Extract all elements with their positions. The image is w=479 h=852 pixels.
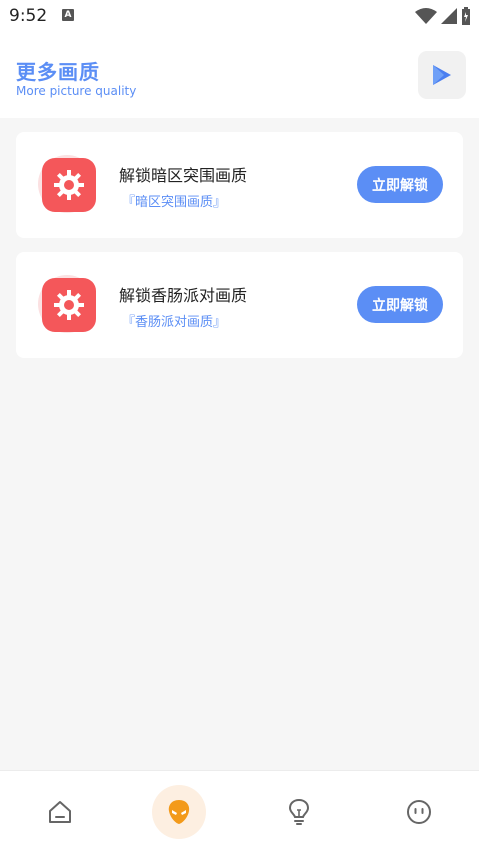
bottom-nav [0,770,479,852]
unlock-card: 解锁暗区突围画质 『暗区突围画质』 立即解锁 [16,132,463,238]
header: 更多画质 More picture quality [0,32,479,118]
gear-icon [54,290,84,320]
alien-icon [168,800,190,824]
card-title: 解锁暗区突围画质 [119,166,248,185]
card-subtitle: 『暗区突围画质』 [122,195,227,210]
page-subtitle: More picture quality [16,84,137,98]
wifi-icon [415,8,437,24]
face-icon [407,800,431,824]
unlock-now-button[interactable]: 立即解锁 [357,166,443,203]
play-store-icon [433,65,451,85]
lightbulb-icon [288,798,310,825]
card-icon [38,155,98,215]
battery-icon [462,7,470,25]
unlock-now-button[interactable]: 立即解锁 [357,286,443,323]
page-title: 更多画质 [16,60,100,84]
gear-icon [54,170,84,200]
unlock-card: 解锁香肠派对画质 『香肠派对画质』 立即解锁 [16,252,463,358]
status-bar: 9:52 A [0,0,479,32]
card-subtitle: 『香肠派对画质』 [122,315,227,330]
home-icon [49,801,71,823]
nav-profile[interactable] [392,785,446,839]
card-title: 解锁香肠派对画质 [119,286,248,305]
card-icon [38,275,98,335]
status-time: 9:52 [9,6,48,26]
nav-alien[interactable] [152,785,206,839]
play-button[interactable] [418,51,466,99]
nav-lightbulb[interactable] [272,785,326,839]
notification-a-icon: A [62,9,74,21]
nav-home[interactable] [33,785,87,839]
signal-icon [441,8,457,24]
status-indicators [415,7,471,25]
